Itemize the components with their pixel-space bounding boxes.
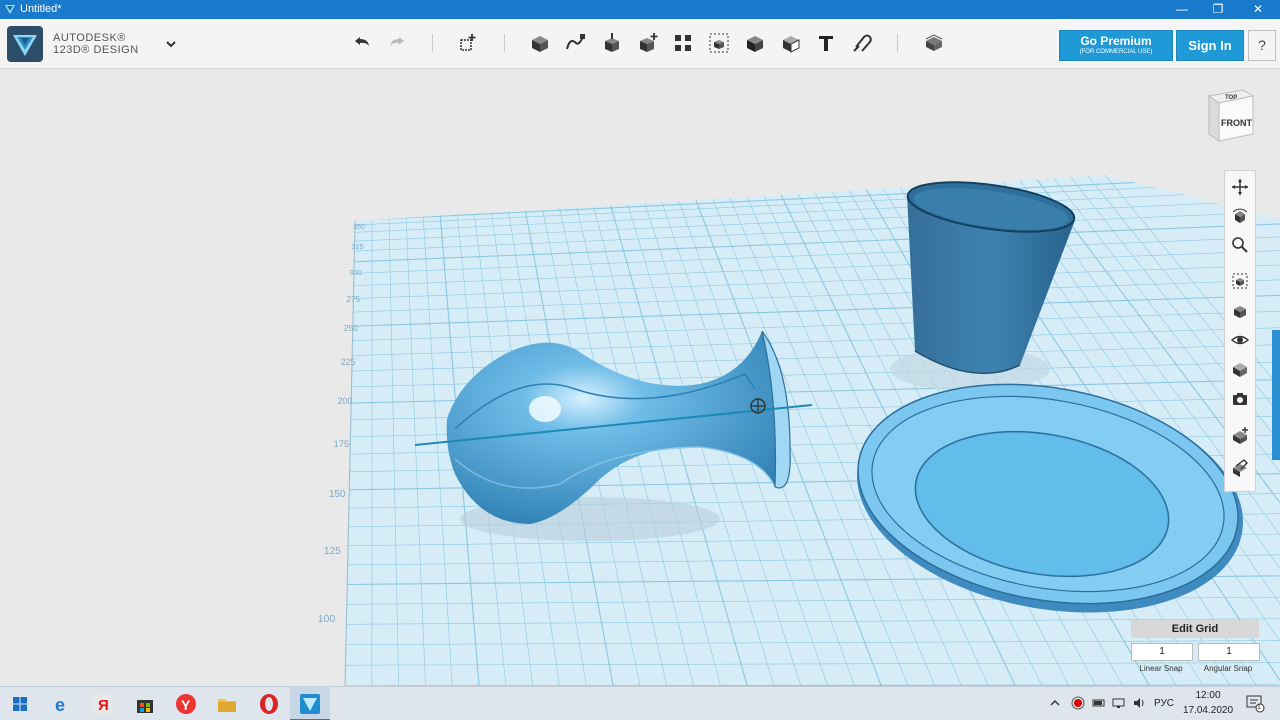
title-bar: Untitled* — ❐ ✕ xyxy=(0,0,1280,19)
window-title: Untitled* xyxy=(20,3,62,15)
undo-icon[interactable] xyxy=(350,31,374,55)
minimize-button[interactable]: — xyxy=(1164,0,1200,19)
brand-autodesk: AUTODESK® xyxy=(53,32,126,44)
notification-count: 1 xyxy=(1257,704,1261,711)
edge-icon[interactable]: e xyxy=(52,693,74,715)
3d-viewport[interactable]: 350 325 300 275 250 225 200 175 150 125 100 xyxy=(0,69,1280,686)
linear-snap-input[interactable]: 1 xyxy=(1131,643,1193,661)
main-toolbar: AUTODESK® 123D® DESIGN Go Premium (FOR C… xyxy=(0,19,1280,69)
ruler-label: 125 xyxy=(324,546,341,557)
help-button[interactable]: ? xyxy=(1248,30,1276,61)
pan-icon[interactable] xyxy=(1230,177,1250,197)
notifications-icon[interactable] xyxy=(1245,693,1265,713)
materials-view-icon[interactable] xyxy=(1230,359,1250,379)
toolbar-divider xyxy=(432,34,433,52)
sign-in-button[interactable]: Sign In xyxy=(1176,30,1244,61)
logo-icon xyxy=(13,35,37,56)
go-premium-label: Go Premium xyxy=(1080,34,1152,48)
close-button[interactable]: ✕ xyxy=(1240,0,1276,19)
ruler-label: 100 xyxy=(318,613,336,625)
side-panel-tab[interactable] xyxy=(1272,330,1280,460)
app-logo-icon xyxy=(5,5,15,14)
ruler-label: 350 xyxy=(353,224,365,231)
measure-icon[interactable] xyxy=(779,31,803,55)
file-explorer-icon[interactable] xyxy=(216,693,238,715)
primitives-box-icon[interactable] xyxy=(528,31,552,55)
ruler-label: 225 xyxy=(341,357,356,367)
ruler-label: 200 xyxy=(337,396,352,406)
network-icon[interactable] xyxy=(1112,696,1126,710)
record-icon[interactable] xyxy=(1071,696,1085,710)
linear-snap-label: Linear Snap xyxy=(1139,664,1183,673)
windows-start-icon[interactable] xyxy=(9,693,31,715)
modify-icon[interactable] xyxy=(636,31,660,55)
edit-grid-button[interactable]: Edit Grid xyxy=(1131,620,1259,638)
ruler-label: 175 xyxy=(333,439,349,450)
go-premium-sublabel: (FOR COMMERCIAL USE) xyxy=(1079,49,1153,55)
go-premium-button[interactable]: Go Premium (FOR COMMERCIAL USE) xyxy=(1059,30,1173,61)
construct-icon[interactable] xyxy=(600,31,624,55)
toolbar-divider xyxy=(504,34,505,52)
taskbar: e Я Y РУС 12:00 17.04.2020 1 xyxy=(0,686,1280,720)
view-icon[interactable] xyxy=(1230,301,1250,321)
clock-date[interactable]: 17.04.2020 xyxy=(1180,705,1236,716)
edit-grid-panel: Edit Grid 1 1 Linear Snap Angular Snap xyxy=(1131,620,1260,676)
ruler-label: 325 xyxy=(351,242,363,251)
svg-text:e: e xyxy=(55,695,65,715)
maximize-button[interactable]: ❐ xyxy=(1200,0,1236,19)
svg-text:Я: Я xyxy=(98,697,109,714)
view-cube[interactable]: TOP FRONT xyxy=(1203,86,1255,146)
app-logo[interactable] xyxy=(7,26,43,62)
text-icon[interactable] xyxy=(814,31,838,55)
grid-icon[interactable] xyxy=(1230,426,1250,446)
snap-icon[interactable] xyxy=(850,31,874,55)
viewcube-top-label: TOP xyxy=(1225,95,1237,101)
123d-design-icon xyxy=(300,694,320,714)
visibility-icon[interactable] xyxy=(1230,330,1250,350)
ruler-label: 250 xyxy=(344,323,358,333)
yandex-browser-icon[interactable]: Я xyxy=(92,693,114,715)
navigation-bar xyxy=(1224,170,1256,492)
language-indicator[interactable]: РУС xyxy=(1154,698,1174,709)
grouping-icon[interactable] xyxy=(707,31,731,55)
yandex-icon[interactable]: Y xyxy=(175,693,197,715)
ruler-label: 300 xyxy=(349,268,362,277)
orbit-icon[interactable] xyxy=(1230,206,1250,226)
angular-snap-input[interactable]: 1 xyxy=(1198,643,1260,661)
viewcube-front-label: FRONT xyxy=(1221,118,1252,128)
brand-product: 123D® DESIGN xyxy=(53,44,139,56)
app-window: Untitled* — ❐ ✕ AUTODESK® 123D® DESIGN G… xyxy=(0,0,1280,720)
ruler-label: 275 xyxy=(347,295,361,304)
scene-canvas[interactable]: 350 325 300 275 250 225 200 175 150 125 100 xyxy=(0,69,1280,686)
zoom-icon[interactable] xyxy=(1230,235,1250,255)
volume-icon[interactable] xyxy=(1132,696,1146,710)
taskbar-active-app[interactable] xyxy=(290,687,330,720)
store-icon[interactable] xyxy=(134,693,156,715)
chevron-up-icon[interactable] xyxy=(1048,696,1062,710)
snap-tool-icon[interactable] xyxy=(1230,458,1250,478)
fit-icon[interactable] xyxy=(1230,271,1250,291)
clock-time[interactable]: 12:00 xyxy=(1188,690,1228,701)
combine-icon[interactable] xyxy=(743,31,767,55)
camera-icon[interactable] xyxy=(1230,389,1250,409)
primitives-icon[interactable] xyxy=(457,31,481,55)
angular-snap-label: Angular Snap xyxy=(1203,664,1253,673)
chevron-down-icon[interactable] xyxy=(163,37,179,51)
redo-icon[interactable] xyxy=(385,31,409,55)
sketch-icon[interactable] xyxy=(564,31,588,55)
svg-text:Y: Y xyxy=(181,697,191,713)
pattern-icon[interactable] xyxy=(671,31,695,55)
ruler-label: 150 xyxy=(329,489,346,500)
opera-icon[interactable] xyxy=(258,693,280,715)
materials-icon[interactable] xyxy=(922,31,946,55)
toolbar-divider xyxy=(897,34,898,52)
battery-icon[interactable] xyxy=(1092,696,1106,710)
